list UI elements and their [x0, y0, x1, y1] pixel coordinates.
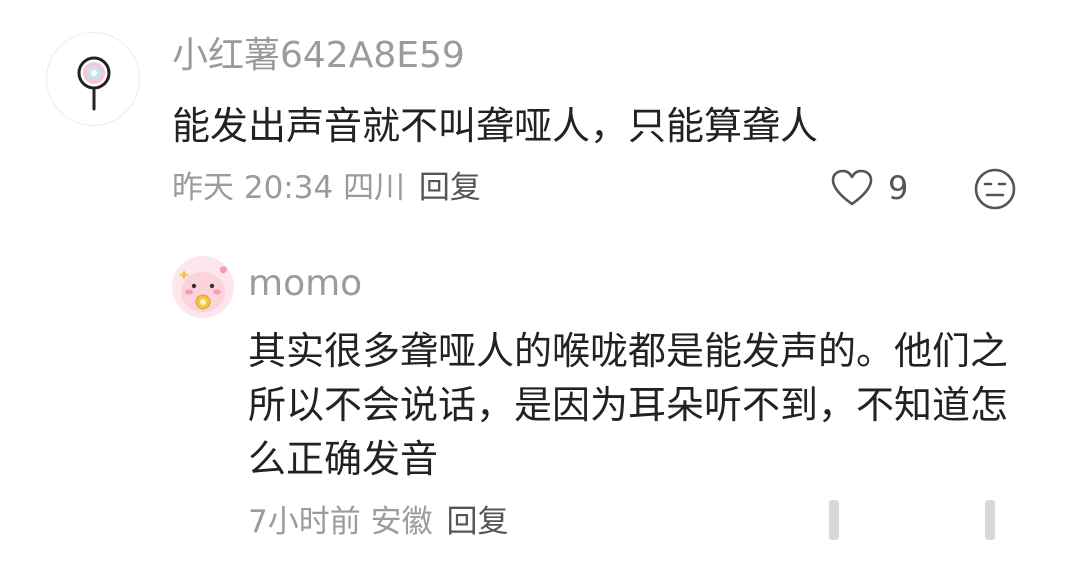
like-count: 9	[888, 169, 909, 207]
reply-avatar[interactable]	[172, 256, 234, 318]
reply-location: 安徽	[370, 504, 433, 540]
like-button[interactable]	[830, 168, 874, 208]
lollipop-avatar-icon	[77, 56, 111, 111]
reply-username[interactable]: momo	[248, 262, 362, 306]
like-icon-placeholder[interactable]	[829, 500, 839, 540]
pink-character-avatar-icon	[172, 256, 234, 318]
emoji-icon-placeholder[interactable]	[985, 500, 995, 540]
comment-text: 能发出声音就不叫聋哑人，只能算聋人	[172, 104, 819, 148]
heart-outline-icon	[831, 169, 873, 206]
neutral-face-icon	[974, 168, 1016, 210]
reply-text: 其实很多聋哑人的喉咙都是能发声的。他们之所以不会说话，是因为耳朵听不到，不知道怎…	[248, 329, 1009, 481]
reply-reply-button[interactable]: 回复	[446, 504, 508, 540]
comment-username[interactable]: 小红薯642A8E59	[172, 34, 465, 78]
comment-location: 四川	[343, 170, 406, 206]
reply-button[interactable]: 回复	[419, 170, 481, 206]
emoji-reaction-button[interactable]	[973, 167, 1017, 211]
comment-time: 昨天 20:34	[172, 170, 334, 206]
reply-meta: 7小时前 安徽 回复	[248, 500, 508, 544]
avatar[interactable]	[46, 32, 140, 126]
comment-meta: 昨天 20:34 四川 回复	[172, 166, 481, 210]
reply-time: 7小时前	[248, 504, 361, 540]
